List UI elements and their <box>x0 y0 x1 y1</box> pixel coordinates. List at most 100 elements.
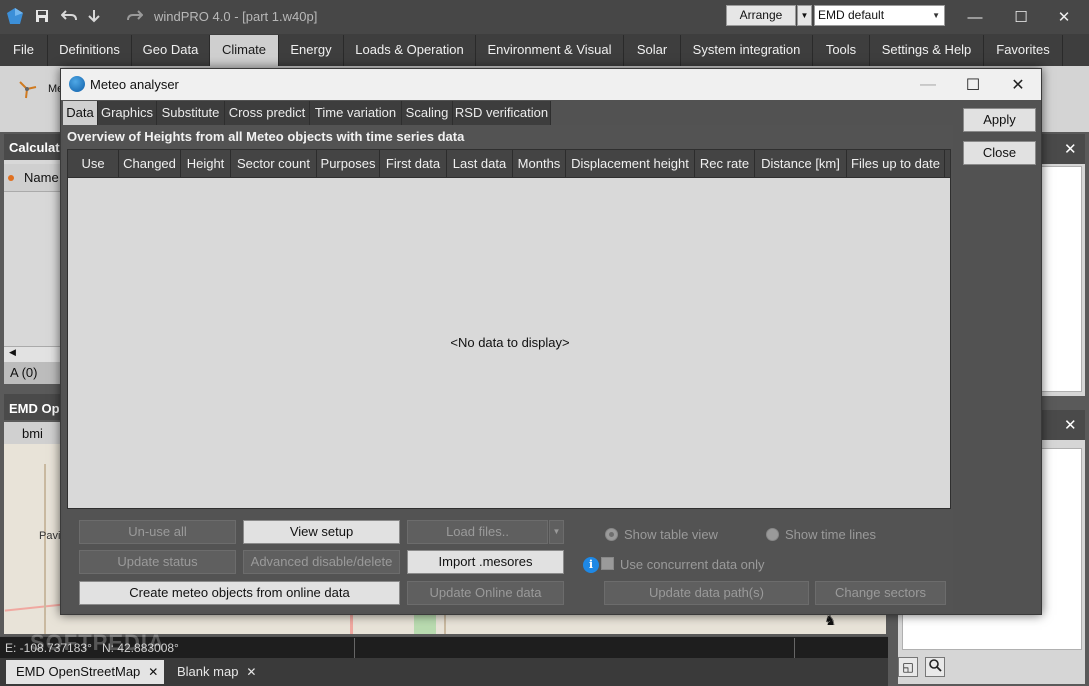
column-sector-count[interactable]: Sector count <box>231 150 317 177</box>
arrange-button[interactable]: Arrange <box>726 5 796 26</box>
tab-a-label: A (0) <box>10 365 38 380</box>
update-online-data-button[interactable]: Update Online data <box>407 581 564 605</box>
menu-energy[interactable]: Energy <box>279 35 344 66</box>
meteo-ribbon-icon[interactable] <box>16 78 38 103</box>
map-style-value: EMD default <box>818 8 885 22</box>
menu-file[interactable]: File <box>0 35 48 66</box>
apply-button[interactable]: Apply <box>963 108 1036 132</box>
divider <box>354 638 355 658</box>
use-concurrent-data-checkbox[interactable] <box>601 557 614 570</box>
menu-settings-help[interactable]: Settings & Help <box>870 35 984 66</box>
dialog-maximize-button[interactable]: ☐ <box>950 71 996 98</box>
map-style-select[interactable]: EMD default ▼ <box>814 5 945 26</box>
redo-icon[interactable] <box>124 5 146 27</box>
menu-definitions[interactable]: Definitions <box>48 35 132 66</box>
unuse-all-button[interactable]: Un-use all <box>79 520 236 544</box>
column-distance[interactable]: Distance [km] <box>755 150 847 177</box>
meteo-analyser-icon <box>69 76 85 92</box>
menu-solar[interactable]: Solar <box>624 35 681 66</box>
map-boundary <box>44 464 46 634</box>
table-header: Use Changed Height Sector count Purposes… <box>67 149 951 178</box>
update-data-path-button[interactable]: Update data path(s) <box>604 581 809 605</box>
calculation-panel-title: Calculati <box>4 134 64 160</box>
column-purposes[interactable]: Purposes <box>317 150 380 177</box>
close-panel-icon[interactable]: ✕ <box>1064 140 1077 158</box>
dialog-minimize-button[interactable]: — <box>905 71 951 98</box>
show-table-view-label: Show table view <box>624 527 718 542</box>
tab-a[interactable]: A (0) <box>4 362 64 384</box>
load-files-dropdown-button[interactable]: ▼ <box>549 520 564 544</box>
horizontal-scrollbar[interactable]: ◀ <box>4 346 64 362</box>
advanced-disable-delete-button[interactable]: Advanced disable/delete <box>243 550 400 574</box>
column-rec-rate[interactable]: Rec rate <box>695 150 755 177</box>
dialog-side-buttons: Apply Close <box>955 101 1041 614</box>
show-table-view-radio[interactable] <box>605 528 618 541</box>
dialog-title: Meteo analyser <box>90 77 179 92</box>
column-use[interactable]: Use <box>68 150 119 177</box>
dialog-tabs: Data Graphics Substitute Cross predict T… <box>63 101 953 125</box>
main-menu-bar: File Definitions Geo Data Climate Energy… <box>0 34 1089 66</box>
bmi-label: bmi <box>22 426 43 441</box>
arrange-dropdown-button[interactable]: ▼ <box>797 5 812 26</box>
tab-blank-map[interactable]: Blank map ✕ <box>167 660 267 684</box>
menu-geo-data[interactable]: Geo Data <box>132 35 210 66</box>
tab-rsd-verification[interactable]: RSD verification <box>453 101 551 125</box>
status-dot-icon <box>8 175 14 181</box>
dialog-titlebar: Meteo analyser — ☐ ✕ <box>61 69 1041 100</box>
tab-data[interactable]: Data <box>63 101 98 125</box>
download-icon[interactable] <box>83 5 105 27</box>
show-time-lines-label: Show time lines <box>785 527 877 542</box>
show-time-lines-radio[interactable] <box>766 528 779 541</box>
tab-emd-openstreetmap[interactable]: EMD OpenStreetMap ✕ <box>6 660 164 684</box>
column-first-data[interactable]: First data <box>380 150 447 177</box>
close-tab-icon[interactable]: ✕ <box>246 665 256 679</box>
column-height[interactable]: Height <box>181 150 231 177</box>
overview-title: Overview of Heights from all Meteo objec… <box>67 129 465 144</box>
change-sectors-button[interactable]: Change sectors <box>815 581 946 605</box>
close-tab-icon[interactable]: ✕ <box>148 665 158 679</box>
tab-blank-map-label: Blank map <box>177 664 239 679</box>
close-window-button[interactable]: ✕ <box>1041 4 1087 30</box>
close-button[interactable]: Close <box>963 141 1036 165</box>
divider <box>794 638 795 658</box>
load-files-button[interactable]: Load files.. <box>407 520 548 544</box>
tab-time-variation[interactable]: Time variation <box>310 101 402 125</box>
update-status-button[interactable]: Update status <box>79 550 236 574</box>
dialog-close-button[interactable]: ✕ <box>995 71 1041 98</box>
view-setup-button[interactable]: View setup <box>243 520 400 544</box>
column-changed[interactable]: Changed <box>119 150 181 177</box>
tab-scaling[interactable]: Scaling <box>402 101 453 125</box>
save-icon[interactable] <box>31 5 53 27</box>
tab-cross-predict[interactable]: Cross predict <box>225 101 310 125</box>
menu-system-integration[interactable]: System integration <box>681 35 813 66</box>
menu-environment-visual[interactable]: Environment & Visual <box>476 35 624 66</box>
maximize-button[interactable]: ☐ <box>998 4 1044 30</box>
tab-graphics[interactable]: Graphics <box>98 101 157 125</box>
menu-loads-operation[interactable]: Loads & Operation <box>344 35 476 66</box>
create-meteo-objects-button[interactable]: Create meteo objects from online data <box>79 581 400 605</box>
info-icon[interactable]: i <box>583 557 599 573</box>
column-last-data[interactable]: Last data <box>447 150 513 177</box>
column-files-up-to-date[interactable]: Files up to date <box>847 150 945 177</box>
empty-grid-message: <No data to display> <box>450 335 570 350</box>
tab-emd-openstreetmap-label: EMD OpenStreetMap <box>16 664 141 679</box>
tab-substitute[interactable]: Substitute <box>157 101 225 125</box>
app-titlebar: windPRO 4.0 - [part 1.w40p] Arrange ▼ EM… <box>0 0 1089 34</box>
data-tab-content: Overview of Heights from all Meteo objec… <box>63 125 953 612</box>
zoom-fit-button[interactable]: ◱ <box>898 657 918 677</box>
column-months[interactable]: Months <box>513 150 566 177</box>
undo-icon[interactable] <box>58 5 80 27</box>
minimize-button[interactable]: — <box>952 4 998 30</box>
column-displacement-height[interactable]: Displacement height <box>566 150 695 177</box>
menu-tools[interactable]: Tools <box>813 35 870 66</box>
menu-favorites[interactable]: Favorites <box>984 35 1063 66</box>
menu-climate[interactable]: Climate <box>210 35 279 66</box>
import-mesores-button[interactable]: Import .mesores <box>407 550 564 574</box>
use-concurrent-data-label: Use concurrent data only <box>620 557 765 572</box>
search-icon[interactable] <box>925 657 945 677</box>
softpedia-watermark: SOFTPEDIA <box>30 630 165 655</box>
windpro-logo-icon <box>4 5 26 27</box>
data-grid[interactable]: <No data to display> <box>67 178 951 509</box>
close-panel-icon[interactable]: ✕ <box>1064 416 1077 434</box>
meteo-analyser-dialog: Meteo analyser — ☐ ✕ Data Graphics Subst… <box>60 68 1042 615</box>
